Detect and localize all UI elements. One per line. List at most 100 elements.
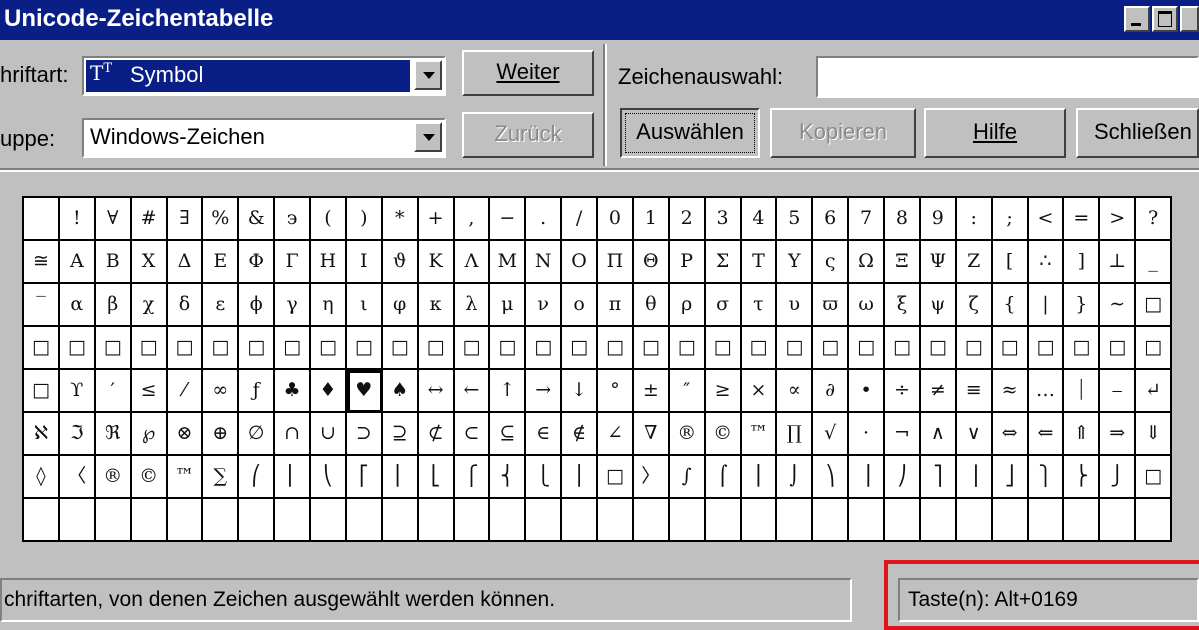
- char-cell[interactable]: □: [346, 327, 383, 370]
- char-cell[interactable]: ο: [562, 284, 598, 327]
- char-cell[interactable]: [24, 499, 60, 542]
- char-cell[interactable]: ≥: [705, 370, 742, 413]
- char-cell[interactable]: [526, 499, 563, 542]
- char-cell[interactable]: κ: [418, 284, 455, 327]
- char-cell[interactable]: 3: [705, 198, 742, 241]
- char-cell[interactable]: ¬: [885, 413, 921, 456]
- char-cell[interactable]: [167, 499, 204, 542]
- char-cell[interactable]: ±: [633, 370, 670, 413]
- char-cell[interactable]: ′: [95, 370, 132, 413]
- char-cell[interactable]: □: [167, 327, 204, 370]
- char-cell[interactable]: 6: [813, 198, 850, 241]
- char-cell[interactable]: Ε: [203, 241, 240, 284]
- char-cell[interactable]: ∅: [239, 413, 276, 456]
- char-cell[interactable]: □: [526, 327, 563, 370]
- char-cell[interactable]: ξ: [885, 284, 921, 327]
- char-cell[interactable]: 1: [633, 198, 670, 241]
- char-cell[interactable]: Ψ: [920, 241, 957, 284]
- char-cell[interactable]: ◊: [24, 456, 60, 499]
- char-cell[interactable]: ®: [669, 413, 706, 456]
- char-cell[interactable]: Ο: [562, 241, 598, 284]
- char-cell[interactable]: Τ: [741, 241, 778, 284]
- char-cell[interactable]: [849, 499, 885, 542]
- char-cell[interactable]: Υ: [777, 241, 814, 284]
- char-cell[interactable]: →: [526, 370, 563, 413]
- char-cell[interactable]: □: [1136, 284, 1172, 327]
- char-cell[interactable]: ⏐: [1064, 370, 1101, 413]
- char-cell[interactable]: φ: [382, 284, 419, 327]
- char-cell[interactable]: 8: [885, 198, 921, 241]
- char-cell[interactable]: #: [131, 198, 168, 241]
- char-cell[interactable]: δ: [167, 284, 204, 327]
- char-cell[interactable]: β: [95, 284, 132, 327]
- char-cell[interactable]: ∑: [203, 456, 240, 499]
- char-cell[interactable]: ∼: [1100, 284, 1137, 327]
- close-window-button[interactable]: [1180, 6, 1199, 32]
- char-cell[interactable]: ϒ: [59, 370, 96, 413]
- char-cell[interactable]: ⎬: [1064, 456, 1101, 499]
- char-cell[interactable]: [920, 499, 957, 542]
- char-cell[interactable]: ⎟: [849, 456, 885, 499]
- char-cell[interactable]: _: [1136, 241, 1172, 284]
- char-cell[interactable]: Ζ: [956, 241, 993, 284]
- char-cell[interactable]: Ι: [346, 241, 383, 284]
- char-cell[interactable]: ⎜: [275, 456, 311, 499]
- char-cell[interactable]: ∨: [956, 413, 993, 456]
- char-cell[interactable]: Κ: [418, 241, 455, 284]
- char-cell[interactable]: □: [1064, 327, 1101, 370]
- char-cell[interactable]: Μ: [490, 241, 527, 284]
- char-cell[interactable]: &: [239, 198, 276, 241]
- char-cell[interactable]: ?: [1136, 198, 1172, 241]
- char-cell[interactable]: ®: [95, 456, 132, 499]
- char-cell[interactable]: ε: [203, 284, 240, 327]
- char-cell[interactable]: ρ: [669, 284, 706, 327]
- char-cell[interactable]: ‾: [24, 284, 60, 327]
- char-cell[interactable]: □: [24, 327, 60, 370]
- char-cell[interactable]: Π: [598, 241, 634, 284]
- char-cell[interactable]: μ: [490, 284, 527, 327]
- char-cell[interactable]: ⎦: [992, 456, 1029, 499]
- char-cell[interactable]: Α: [59, 241, 96, 284]
- char-cell[interactable]: □: [131, 327, 168, 370]
- char-cell[interactable]: [275, 499, 311, 542]
- chevron-down-icon[interactable]: [414, 122, 442, 152]
- char-cell[interactable]: ⎧: [454, 456, 491, 499]
- char-cell[interactable]: ⇑: [1064, 413, 1101, 456]
- char-cell[interactable]: .: [526, 198, 563, 241]
- char-cell[interactable]: ♦: [311, 370, 347, 413]
- minimize-button[interactable]: [1124, 6, 1150, 32]
- selection-input[interactable]: [816, 56, 1199, 98]
- char-cell[interactable]: ϖ: [813, 284, 850, 327]
- char-cell[interactable]: □: [1136, 327, 1172, 370]
- char-cell[interactable]: ⎥: [956, 456, 993, 499]
- char-cell[interactable]: [885, 499, 921, 542]
- char-cell[interactable]: ∂: [813, 370, 850, 413]
- char-cell[interactable]: [418, 499, 455, 542]
- char-cell[interactable]: □: [275, 327, 311, 370]
- char-cell[interactable]: 4: [741, 198, 778, 241]
- char-cell[interactable]: ν: [526, 284, 563, 327]
- char-cell[interactable]: ⇐: [1028, 413, 1065, 456]
- char-cell[interactable]: [669, 499, 706, 542]
- help-button[interactable]: Hilfe: [924, 108, 1066, 158]
- char-cell[interactable]: ≤: [131, 370, 168, 413]
- char-cell[interactable]: ≠: [920, 370, 957, 413]
- char-cell[interactable]: □: [705, 327, 742, 370]
- char-cell[interactable]: ÷: [885, 370, 921, 413]
- char-cell[interactable]: ℑ: [59, 413, 96, 456]
- char-cell[interactable]: ƒ: [239, 370, 276, 413]
- char-cell[interactable]: ;: [992, 198, 1029, 241]
- char-cell[interactable]: ⇔: [992, 413, 1029, 456]
- char-cell[interactable]: Φ: [239, 241, 276, 284]
- char-cell[interactable]: [95, 499, 132, 542]
- char-cell[interactable]: /: [562, 198, 598, 241]
- char-cell[interactable]: ⎫: [1028, 456, 1065, 499]
- char-cell[interactable]: …: [1028, 370, 1065, 413]
- char-cell[interactable]: ⎣: [418, 456, 455, 499]
- char-cell[interactable]: ⊃: [346, 413, 383, 456]
- char-cell[interactable]: □: [920, 327, 957, 370]
- char-cell[interactable]: □: [1028, 327, 1065, 370]
- char-cell[interactable]: υ: [777, 284, 814, 327]
- char-cell[interactable]: Ω: [849, 241, 885, 284]
- char-cell[interactable]: ℜ: [95, 413, 132, 456]
